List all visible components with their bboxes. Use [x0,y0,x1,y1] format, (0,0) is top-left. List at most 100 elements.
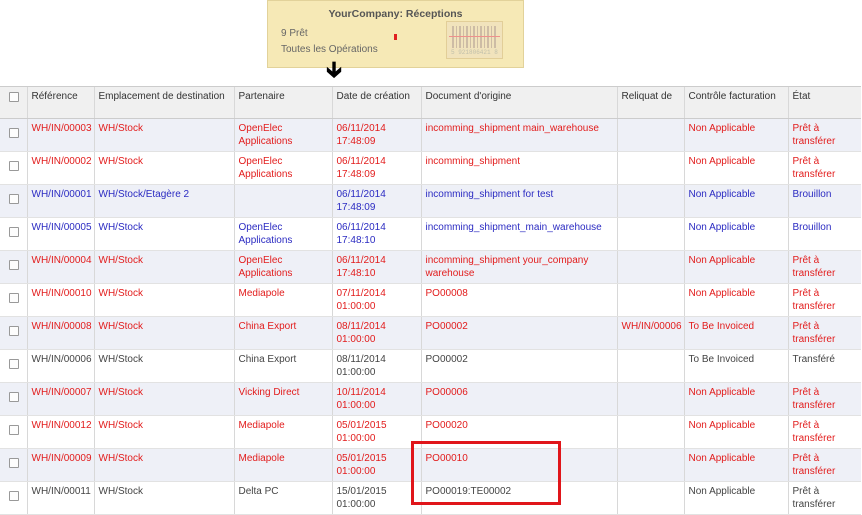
row-checkbox[interactable] [0,118,27,152]
cell-destination: WH/Stock [93,415,234,449]
cell-created: 08/11/2014 01:00:00 [331,316,421,350]
table-row[interactable]: WH/IN/00002 WH/Stock OpenElec Applications… [0,151,861,185]
cell-partner [233,184,332,218]
cell-invoice: Non Applicable [683,217,788,251]
row-checkbox[interactable] [0,316,27,350]
cell-backorder [616,349,684,383]
row-checkbox[interactable] [0,382,27,416]
cell-origin: PO00006 [420,382,617,416]
cell-backorder [616,415,684,449]
cell-partner: OpenElec Applications [233,151,332,185]
cell-reference: WH/IN/00002 [26,151,94,185]
cell-state: Prêt à transférer [787,316,861,350]
header-created[interactable]: Date de création [331,86,421,119]
cell-origin: incomming_shipment main_warehouse [420,118,617,152]
cell-created: 05/01/2015 01:00:00 [331,448,421,482]
row-checkbox[interactable] [0,151,27,185]
cell-created: 06/11/2014 17:48:09 [331,184,421,218]
cell-reference: WH/IN/00001 [26,184,94,218]
cell-invoice: Non Applicable [683,382,788,416]
cell-origin: incomming_shipment your_company warehous… [420,250,617,284]
cell-reference: WH/IN/00007 [26,382,94,416]
cell-reference: WH/IN/00005 [26,217,94,251]
table-row[interactable]: WH/IN/00003 WH/Stock OpenElec Applications… [0,118,861,152]
cell-created: 06/11/2014 17:48:10 [331,217,421,251]
header-reference[interactable]: Référence [26,86,94,119]
table-row[interactable]: WH/IN/00004 WH/Stock OpenElec Applications… [0,250,861,284]
barcode-icon: 5 921806421 8 [446,21,503,59]
header-invoice[interactable]: Contrôle facturation [683,86,788,119]
cell-backorder [616,118,684,152]
cell-reference: WH/IN/00003 [26,118,94,152]
cell-invoice: Non Applicable [683,448,788,482]
header-backorder[interactable]: Reliquat de [616,86,684,119]
cell-invoice: Non Applicable [683,151,788,185]
all-operations-link[interactable]: Toutes les Opérations [281,44,378,55]
cell-invoice: To Be Invoiced [683,316,788,350]
row-checkbox[interactable] [0,184,27,218]
table-row[interactable]: WH/IN/00010 WH/Stock Mediapole 07/11/2014 0… [0,283,861,317]
cell-origin: PO00020 [420,415,617,449]
cell-destination: WH/Stock [93,250,234,284]
header-origin[interactable]: Document d'origine [420,86,617,119]
cell-reference: WH/IN/00011 [26,481,94,515]
cell-state: Prêt à transférer [787,382,861,416]
cell-backorder [616,382,684,416]
cell-created: 10/11/2014 01:00:00 [331,382,421,416]
ready-count-link[interactable]: 9 Prêt [281,28,308,39]
cell-backorder [616,217,684,251]
cell-partner: OpenElec Applications [233,217,332,251]
cell-state: Prêt à transférer [787,481,861,515]
header-partner[interactable]: Partenaire [233,86,332,119]
cell-invoice: Non Applicable [683,250,788,284]
cell-created: 15/01/2015 01:00:00 [331,481,421,515]
cell-partner: Mediapole [233,415,332,449]
cell-reference: WH/IN/00008 [26,316,94,350]
cell-destination: WH/Stock [93,118,234,152]
cell-origin: PO00010 [420,448,617,482]
row-checkbox[interactable] [0,250,27,284]
card-title: YourCompany: Réceptions [328,8,463,20]
row-checkbox[interactable] [0,415,27,449]
row-checkbox[interactable] [0,481,27,515]
select-all-checkbox[interactable] [0,86,27,119]
cell-invoice: Non Applicable [683,283,788,317]
table-row[interactable]: WH/IN/00006 WH/Stock China Export 08/11/201… [0,349,861,383]
row-checkbox[interactable] [0,283,27,317]
cell-destination: WH/Stock [93,316,234,350]
table-row[interactable]: WH/IN/00007 WH/Stock Vicking Direct 10/11/2… [0,382,861,416]
table-row[interactable]: WH/IN/00005 WH/Stock OpenElec Applications… [0,217,861,251]
row-checkbox[interactable] [0,448,27,482]
barcode-number: 5 921806421 8 [451,49,498,56]
cell-destination: WH/Stock [93,151,234,185]
cell-origin: incomming_shipment_main_warehouse [420,217,617,251]
arrow-down-icon: 🡳 [326,57,342,82]
cell-state: Transféré [787,349,861,383]
cell-partner: China Export [233,349,332,383]
cell-partner: China Export [233,316,332,350]
cell-destination: WH/Stock [93,382,234,416]
cell-created: 06/11/2014 17:48:10 [331,250,421,284]
table-row[interactable]: WH/IN/00009 WH/Stock Mediapole 05/01/2015 0… [0,448,861,482]
row-checkbox[interactable] [0,217,27,251]
header-state[interactable]: État [787,86,861,119]
cell-created: 05/01/2015 01:00:00 [331,415,421,449]
header-destination[interactable]: Emplacement de destination [93,86,234,119]
table-row[interactable]: WH/IN/00008 WH/Stock China Export 08/11/201… [0,316,861,350]
receptions-kanban-card[interactable]: YourCompany: Réceptions 9 Prêt Toutes le… [267,0,524,68]
row-checkbox[interactable] [0,349,27,383]
cell-partner: Delta PC [233,481,332,515]
cell-state: Prêt à transférer [787,415,861,449]
cell-partner: OpenElec Applications [233,250,332,284]
table-row[interactable]: WH/IN/00011 WH/Stock Delta PC 15/01/2015 01… [0,481,861,515]
cell-state: Brouillon [787,184,861,218]
cell-created: 08/11/2014 01:00:00 [331,349,421,383]
cell-origin: PO00002 [420,316,617,350]
cell-destination: WH/Stock/Etagère 2 [93,184,234,218]
cell-reference: WH/IN/00010 [26,283,94,317]
cell-reference: WH/IN/00009 [26,448,94,482]
table-row[interactable]: WH/IN/00012 WH/Stock Mediapole 05/01/2015 0… [0,415,861,449]
cell-state: Brouillon [787,217,861,251]
table-row[interactable]: WH/IN/00001 WH/Stock/Etagère 2 06/11/2014 … [0,184,861,218]
cell-reference: WH/IN/00004 [26,250,94,284]
